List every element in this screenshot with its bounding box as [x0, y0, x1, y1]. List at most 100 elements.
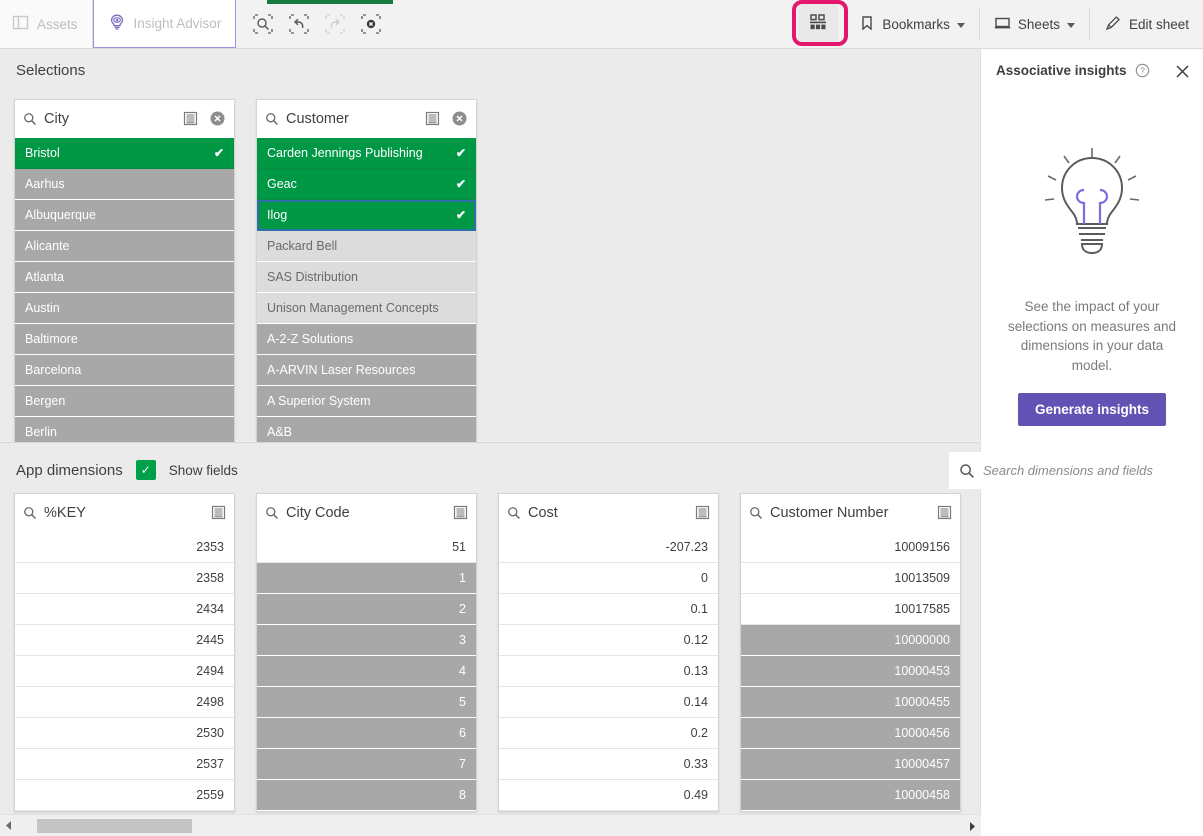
- field-value-row[interactable]: 2445: [15, 625, 234, 656]
- field-value-row[interactable]: 0: [499, 563, 718, 594]
- chevron-down-icon: [956, 22, 965, 28]
- list-view-icon[interactable]: [211, 505, 226, 520]
- list-view-icon[interactable]: [183, 111, 198, 126]
- field-value-row[interactable]: 10017585: [741, 594, 960, 625]
- field-value-row[interactable]: Packard Bell: [257, 231, 476, 262]
- field-value-row[interactable]: 0.12: [499, 625, 718, 656]
- field-list-header[interactable]: Customer Number: [741, 494, 960, 532]
- field-value-row[interactable]: 0.14: [499, 687, 718, 718]
- edit-sheet-button[interactable]: Edit sheet: [1090, 0, 1203, 48]
- field-value-row[interactable]: 2353: [15, 532, 234, 563]
- field-value-row[interactable]: A Superior System: [257, 386, 476, 417]
- field-list-header[interactable]: Customer: [257, 100, 476, 138]
- field-value-row[interactable]: 3: [257, 625, 476, 656]
- field-list-header[interactable]: City: [15, 100, 234, 138]
- field-value-row[interactable]: 2434: [15, 594, 234, 625]
- list-view-icon[interactable]: [695, 505, 710, 520]
- scrollbar-track[interactable]: [17, 815, 981, 836]
- clear-selection-icon[interactable]: [209, 110, 226, 127]
- field-value-row[interactable]: Unison Management Concepts: [257, 293, 476, 324]
- field-value-row[interactable]: 10013509: [741, 563, 960, 594]
- close-icon[interactable]: [1175, 64, 1189, 78]
- field-value-row[interactable]: 10000456: [741, 718, 960, 749]
- clear-selection-icon[interactable]: [451, 110, 468, 127]
- field-value-row[interactable]: 2530: [15, 718, 234, 749]
- field-value-label: Barcelona: [25, 363, 82, 377]
- chevron-right-icon[interactable]: [964, 815, 981, 836]
- field-value-row[interactable]: Ilog ✔: [257, 200, 476, 231]
- field-value-label: 10000000: [894, 633, 950, 647]
- field-value-row[interactable]: Bristol ✔: [15, 138, 234, 169]
- generate-insights-button[interactable]: Generate insights: [1017, 393, 1167, 427]
- field-value-row[interactable]: 0.33: [499, 749, 718, 780]
- field-value-row[interactable]: 2559: [15, 780, 234, 811]
- field-value-row[interactable]: 51: [257, 532, 476, 563]
- field-value-row[interactable]: 1: [257, 563, 476, 594]
- field-value-row[interactable]: Geac ✔: [257, 169, 476, 200]
- dimensions-search-input[interactable]: [983, 463, 1171, 478]
- field-value-row[interactable]: 10000000: [741, 625, 960, 656]
- edit-sheet-label: Edit sheet: [1128, 16, 1189, 32]
- field-value-row[interactable]: 0.49: [499, 780, 718, 811]
- field-list-header[interactable]: City Code: [257, 494, 476, 532]
- field-value-label: 51: [452, 540, 466, 554]
- field-value-row[interactable]: Carden Jennings Publishing ✔: [257, 138, 476, 169]
- field-value-row[interactable]: 10009156: [741, 532, 960, 563]
- field-value-row[interactable]: 5: [257, 687, 476, 718]
- field-list-header[interactable]: %KEY: [15, 494, 234, 532]
- field-value-row[interactable]: Albuquerque: [15, 200, 234, 231]
- field-value-row[interactable]: 10000455: [741, 687, 960, 718]
- field-value-row[interactable]: Alicante: [15, 231, 234, 262]
- field-value-row[interactable]: A-2-Z Solutions: [257, 324, 476, 355]
- chevron-left-icon[interactable]: [0, 815, 17, 836]
- field-value-row[interactable]: 0.13: [499, 656, 718, 687]
- help-circle-icon[interactable]: ?: [1135, 63, 1150, 78]
- list-view-icon[interactable]: [425, 111, 440, 126]
- field-value-label: A&B: [267, 425, 293, 439]
- field-value-row[interactable]: 4: [257, 656, 476, 687]
- field-value-row[interactable]: 7: [257, 749, 476, 780]
- field-list-header[interactable]: Cost: [499, 494, 718, 532]
- field-value-row[interactable]: A-ARVIN Laser Resources: [257, 355, 476, 386]
- field-value-row[interactable]: 2498: [15, 687, 234, 718]
- lightbulb-icon: [1032, 142, 1152, 275]
- list-view-icon[interactable]: [937, 505, 952, 520]
- field-value-row[interactable]: Barcelona: [15, 355, 234, 386]
- show-fields-checkbox[interactable]: ✓: [135, 460, 156, 480]
- field-value-row[interactable]: Atlanta: [15, 262, 234, 293]
- field-value-row[interactable]: Aarhus: [15, 169, 234, 200]
- field-value-row[interactable]: 2494: [15, 656, 234, 687]
- insight-bulb-eye-icon: [108, 13, 126, 34]
- clear-all-selections-icon[interactable]: [360, 13, 382, 35]
- field-value-row[interactable]: -207.23: [499, 532, 718, 563]
- field-value-row[interactable]: Austin: [15, 293, 234, 324]
- list-view-icon[interactable]: [453, 505, 468, 520]
- field-value-row[interactable]: 0.1: [499, 594, 718, 625]
- field-name-label: City Code: [286, 504, 350, 521]
- field-value-row[interactable]: 8: [257, 780, 476, 811]
- field-value-label: 0.33: [683, 757, 708, 771]
- field-name-label: %KEY: [44, 504, 86, 521]
- tab-assets-label: Assets: [37, 16, 78, 32]
- selections-search-icon[interactable]: [252, 13, 274, 35]
- field-value-row[interactable]: 2: [257, 594, 476, 625]
- dimensions-search-box[interactable]: [949, 452, 1181, 489]
- field-value-row[interactable]: 6: [257, 718, 476, 749]
- field-value-row[interactable]: 0.2: [499, 718, 718, 749]
- field-value-row[interactable]: Baltimore: [15, 324, 234, 355]
- field-value-row[interactable]: 2358: [15, 563, 234, 594]
- horizontal-scrollbar[interactable]: [0, 814, 981, 836]
- field-value-row[interactable]: Bergen: [15, 386, 234, 417]
- step-back-icon[interactable]: [288, 13, 310, 35]
- field-value-row[interactable]: 10000453: [741, 656, 960, 687]
- field-value-row[interactable]: 10000458: [741, 780, 960, 811]
- field-value-row[interactable]: SAS Distribution: [257, 262, 476, 293]
- selections-tool-button[interactable]: [792, 0, 849, 46]
- field-value-row[interactable]: 2537: [15, 749, 234, 780]
- scrollbar-thumb[interactable]: [37, 818, 192, 833]
- tab-assets[interactable]: Assets: [0, 0, 93, 48]
- sheets-menu[interactable]: Sheets: [980, 0, 1089, 48]
- tab-insight-advisor[interactable]: Insight Advisor: [92, 0, 237, 48]
- bookmarks-menu[interactable]: Bookmarks: [845, 0, 979, 48]
- field-value-row[interactable]: 10000457: [741, 749, 960, 780]
